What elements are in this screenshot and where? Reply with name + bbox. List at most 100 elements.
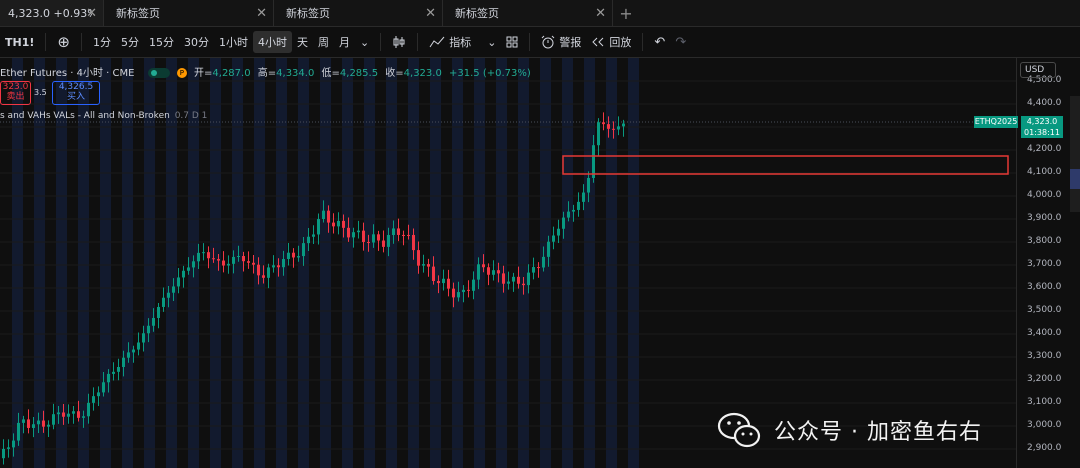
buy-button[interactable]: 4,326.5 买入 (52, 81, 100, 105)
candle-body (107, 373, 110, 383)
chart-legend: Ether Futures · 4小时 · CME P 开=4,287.0 高=… (0, 64, 531, 79)
price-axis-label: 4,100.0 (1027, 167, 1062, 177)
tab-new-2[interactable]: 新标签页 ✕ (274, 0, 443, 26)
buy-price: 4,326.5 (58, 82, 94, 92)
redo-icon[interactable]: ↷ (670, 31, 691, 53)
candle-body (32, 424, 35, 428)
candle-body (357, 230, 360, 233)
candle-body (422, 264, 425, 266)
session-band (584, 58, 595, 468)
candle-body (447, 278, 450, 289)
candle-body (92, 396, 95, 403)
layout-grid-icon[interactable] (501, 31, 523, 53)
currency-select[interactable]: USD (1020, 62, 1056, 78)
close-icon[interactable]: ✕ (425, 6, 436, 21)
candles-icon[interactable] (387, 31, 411, 53)
candle-body (377, 234, 380, 241)
interval-week[interactable]: 周 (313, 31, 334, 53)
candle-body (282, 259, 285, 268)
candle-body (582, 192, 585, 202)
price-axis-label: 3,400.0 (1027, 328, 1062, 338)
price-axis-label: 3,100.0 (1027, 397, 1062, 407)
interval-30m[interactable]: 30分 (179, 31, 214, 53)
interval-15m[interactable]: 15分 (144, 31, 179, 53)
close-icon[interactable]: ✕ (256, 6, 267, 21)
interval-1m[interactable]: 1分 (88, 31, 116, 53)
close-icon[interactable]: ✕ (595, 6, 606, 21)
candle-body (467, 289, 470, 291)
candle-body (17, 422, 20, 441)
candle-body (557, 228, 560, 236)
alert-button[interactable]: 警报 (536, 31, 586, 53)
price-axis-label: 4,200.0 (1027, 144, 1062, 154)
candle-body (252, 262, 255, 265)
legend-close-label: 收= (385, 68, 404, 79)
candle-body (327, 210, 330, 223)
sell-button[interactable]: 323.0 卖出 (0, 81, 31, 105)
candle-body (277, 265, 280, 268)
interval-day[interactable]: 天 (292, 31, 313, 53)
interval-5m[interactable]: 5分 (116, 31, 144, 53)
session-band (276, 58, 287, 468)
undo-icon[interactable]: ↶ (649, 31, 670, 53)
candle-body (177, 277, 180, 287)
replay-button[interactable]: 回放 (586, 31, 636, 53)
top-toolbar: TH1! ⊕ 1分 5分 15分 30分 1小时 4小时 天 周 月 ⌄ 指标 … (0, 27, 1080, 58)
candle-body (42, 420, 45, 427)
indicator-params: 0.7 D 1 (174, 111, 208, 121)
candle-body (212, 258, 215, 260)
close-icon[interactable]: ✕ (86, 6, 97, 21)
candle-body (472, 279, 475, 291)
price-axis-label: 3,300.0 (1027, 351, 1062, 361)
interval-4h[interactable]: 4小时 (252, 31, 292, 53)
session-band (496, 58, 507, 468)
buy-label: 买入 (66, 92, 85, 102)
symbol-search[interactable]: TH1! (0, 31, 39, 53)
divider (380, 33, 382, 51)
legend-title[interactable]: Ether Futures · 4小时 · CME (0, 68, 134, 79)
price-axis-label: 2,900.0 (1027, 443, 1062, 453)
sell-price: 323.0 (2, 82, 29, 92)
candle-body (127, 352, 130, 358)
watermark-text: 公众号 · 加密鱼右右 (774, 420, 982, 445)
interval-month[interactable]: 月 (334, 31, 355, 53)
tab-new-1[interactable]: 新标签页 ✕ (104, 0, 274, 26)
candle-body (202, 252, 205, 254)
tab-new-3[interactable]: 新标签页 ✕ (443, 0, 613, 26)
new-tab-button[interactable]: + (613, 0, 639, 26)
chevron-down-icon[interactable]: ⌄ (482, 31, 501, 53)
session-band (518, 58, 529, 468)
candle-body (257, 264, 260, 276)
candle-body (462, 289, 465, 293)
session-band (320, 58, 331, 468)
session-band (364, 58, 375, 468)
candle-body (367, 241, 370, 243)
sell-label: 卖出 (6, 92, 25, 102)
tab-label: 4,323.0 +0.93% / Un (8, 6, 92, 20)
tab-label: 新标签页 (455, 7, 499, 20)
candle-body (302, 243, 305, 257)
rewind-icon (592, 37, 604, 47)
price-axis-label: 3,900.0 (1027, 213, 1062, 223)
tab-chart[interactable]: 4,323.0 +0.93% / Un ✕ (0, 0, 104, 26)
candle-body (552, 235, 555, 242)
candle-body (187, 267, 190, 271)
compare-add-icon[interactable]: ⊕ (52, 31, 75, 53)
legend-low-label: 低= (321, 68, 340, 79)
legend-high: 4,334.0 (276, 68, 315, 79)
candle-body (142, 333, 145, 343)
last-price-symbol-tag: ETHQ2025 (974, 116, 1018, 128)
price-axis-label: 4,000.0 (1027, 190, 1062, 200)
price-axis-label: 3,700.0 (1027, 259, 1062, 269)
session-band (540, 58, 551, 468)
candle-body (392, 228, 395, 235)
candle-body (137, 342, 140, 350)
legend-close: 4,323.0 (403, 68, 442, 79)
indicator-legend[interactable]: s and VAHs VALs - All and Non-Broken 0.7… (0, 111, 207, 121)
chevron-down-icon[interactable]: ⌄ (355, 31, 374, 53)
candle-body (22, 419, 25, 423)
session-band (386, 58, 397, 468)
indicators-button[interactable]: 指标 (424, 31, 476, 53)
interval-1h[interactable]: 1小时 (214, 31, 253, 53)
market-status-icon (147, 68, 170, 78)
